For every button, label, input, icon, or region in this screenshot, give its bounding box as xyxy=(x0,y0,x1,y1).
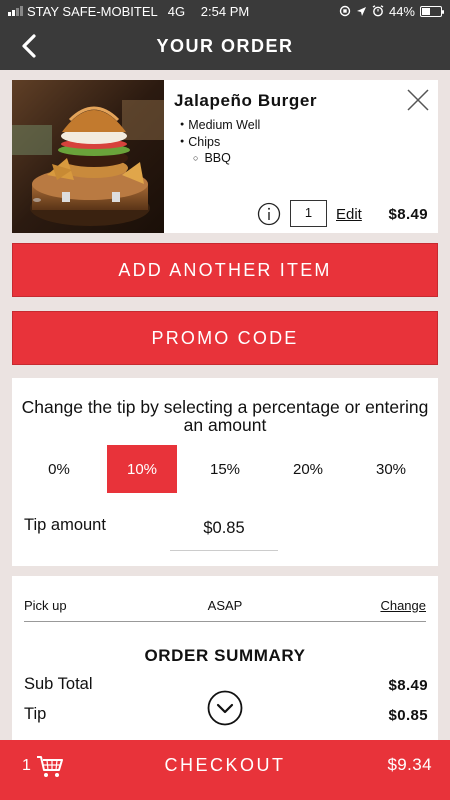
alarm-icon xyxy=(372,5,384,17)
item-info-button[interactable] xyxy=(257,202,281,226)
pickup-time: ASAP xyxy=(207,598,243,613)
chevron-down-circle-icon xyxy=(207,690,243,726)
battery-icon xyxy=(420,5,444,17)
subtotal-label: Sub Total xyxy=(24,675,93,693)
location-arrow-icon xyxy=(356,6,366,16)
page-title: YOUR ORDER xyxy=(156,35,294,56)
status-bar: STAY SAFE-MOBITEL 4G 2:54 PM 44% xyxy=(0,0,450,22)
quantity-field[interactable]: 1 xyxy=(290,200,327,227)
item-modifiers: Medium Well Chips BBQ xyxy=(180,117,260,167)
order-item-card: Jalapeño Burger Medium Well Chips BBQ 1 … xyxy=(12,80,438,233)
battery-percent: 44% xyxy=(388,3,415,19)
subtotal-value: $8.49 xyxy=(388,677,428,694)
promo-code-button[interactable]: PROMO CODE xyxy=(12,311,438,365)
chevron-left-icon xyxy=(22,34,36,58)
network-type: 4G xyxy=(167,3,186,19)
checkout-total: $9.34 xyxy=(387,755,432,774)
item-name: Jalapeño Burger xyxy=(174,91,318,110)
carrier-name: STAY SAFE-MOBITEL xyxy=(27,3,158,19)
tip-option-30[interactable]: 30% xyxy=(356,445,426,493)
tip-options: 0% 10% 15% 20% 30% xyxy=(24,445,426,493)
header: YOUR ORDER xyxy=(0,22,450,70)
tip-amount-input[interactable] xyxy=(170,506,278,551)
tip-heading: Change the tip by selecting a percentage… xyxy=(21,397,429,435)
modifier-item: Chips xyxy=(180,134,260,151)
screen-lock-icon xyxy=(339,5,351,17)
pickup-row: Pick up ASAP Change xyxy=(24,596,426,622)
signal-icon xyxy=(8,6,23,16)
item-price: $8.49 xyxy=(388,206,428,223)
sub-modifier-item: BBQ xyxy=(180,150,260,167)
tip-summary-value: $0.85 xyxy=(388,707,428,724)
remove-item-button[interactable] xyxy=(406,88,430,112)
close-icon xyxy=(407,89,429,111)
back-button[interactable] xyxy=(14,32,44,60)
expand-summary-button[interactable] xyxy=(207,690,243,726)
modifier-item: Medium Well xyxy=(180,117,260,134)
edit-item-link[interactable]: Edit xyxy=(336,206,362,223)
tip-card: Change the tip by selecting a percentage… xyxy=(12,378,438,566)
tip-option-20[interactable]: 20% xyxy=(273,445,343,493)
info-icon xyxy=(257,202,281,226)
tip-amount-label: Tip amount xyxy=(24,516,106,534)
checkout-button[interactable]: 1 CHECKOUT $9.34 xyxy=(0,740,450,800)
tip-option-0[interactable]: 0% xyxy=(24,445,94,493)
tip-summary-label: Tip xyxy=(24,705,47,723)
add-another-item-button[interactable]: ADD ANOTHER ITEM xyxy=(12,243,438,297)
change-pickup-link[interactable]: Change xyxy=(380,598,426,613)
order-summary-card: Pick up ASAP Change ORDER SUMMARY Sub To… xyxy=(12,576,438,756)
checkout-label: CHECKOUT xyxy=(164,755,286,775)
order-summary-title: ORDER SUMMARY xyxy=(144,646,306,665)
tip-option-15[interactable]: 15% xyxy=(190,445,260,493)
item-image xyxy=(12,80,164,233)
tip-option-10[interactable]: 10% xyxy=(107,445,177,493)
